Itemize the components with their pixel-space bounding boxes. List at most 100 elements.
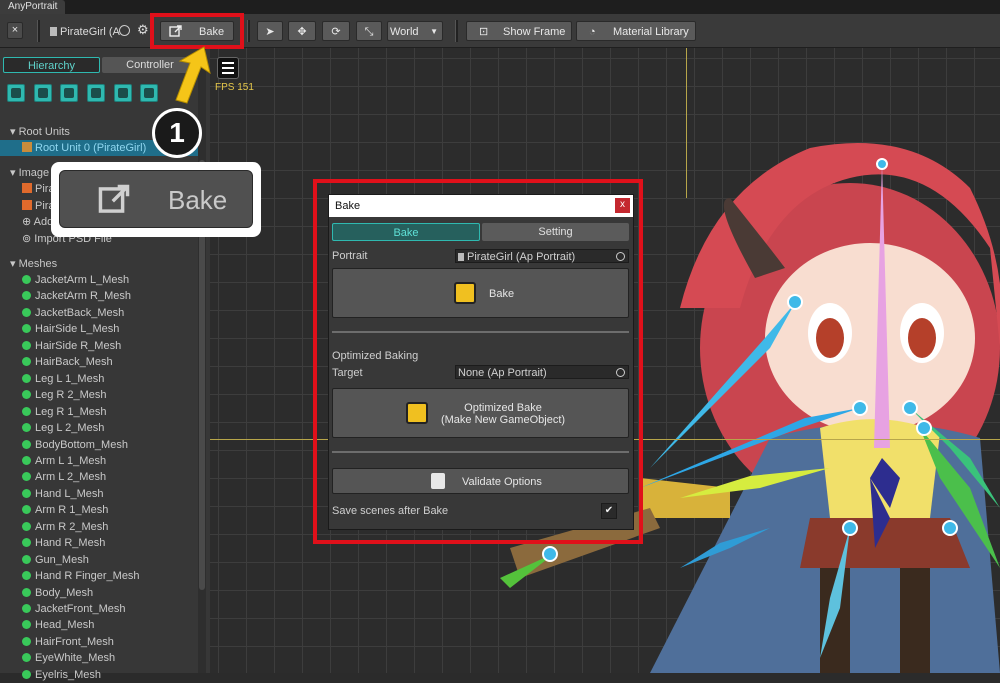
root-unit-label: Root Unit 0 (PirateGirl) xyxy=(35,142,147,154)
mesh-list-item[interactable]: Gun_Mesh xyxy=(22,552,89,568)
add-icon: ⊕ xyxy=(22,216,34,228)
mesh-list-item[interactable]: JacketBack_Mesh xyxy=(22,305,124,321)
mesh-list-item[interactable]: HairSide R_Mesh xyxy=(22,338,121,354)
app-tab[interactable]: AnyPortrait xyxy=(0,0,66,14)
bake-icon xyxy=(454,282,476,304)
tab-bake[interactable]: Bake xyxy=(332,223,480,241)
mesh-item-label: Leg R 1_Mesh xyxy=(35,405,107,418)
add-image-item[interactable]: ⊕ Add xyxy=(22,214,53,230)
scale-tool-button[interactable]: ⤡ xyxy=(356,21,382,41)
tab-hierarchy[interactable]: Hierarchy xyxy=(3,57,100,73)
mesh-icon xyxy=(22,423,31,433)
modifier-filter-button[interactable] xyxy=(87,84,105,102)
mesh-list-item[interactable]: Eyelris_Mesh xyxy=(22,667,101,683)
material-library-button[interactable]: ◔ Material Library xyxy=(576,21,696,41)
mesh-list-item[interactable]: HairFront_Mesh xyxy=(22,634,114,650)
image-filter-button[interactable] xyxy=(34,84,52,102)
root-units-header[interactable]: ▾ Root Units xyxy=(10,125,70,138)
optimized-bake-label: Optimized Bake xyxy=(464,402,542,414)
mesh-list-item[interactable]: Leg L 1_Mesh xyxy=(22,371,104,387)
dialog-close-button[interactable]: x xyxy=(615,198,630,213)
mesh-item-label: Arm L 2_Mesh xyxy=(35,471,107,484)
mesh-list-item[interactable]: Head_Mesh xyxy=(22,617,94,633)
validate-options-label: Validate Options xyxy=(462,476,542,488)
mesh-filter-button[interactable] xyxy=(7,84,25,102)
mesh-list-item[interactable]: Arm R 2_Mesh xyxy=(22,519,108,535)
mesh-group-filter-button[interactable] xyxy=(60,84,78,102)
optimized-bake-button[interactable]: Optimized Bake (Make New GameObject) xyxy=(332,388,629,438)
canvas-axis-vertical xyxy=(686,48,687,198)
mesh-icon xyxy=(22,324,31,334)
target-label: Target xyxy=(332,367,363,379)
mesh-item-label: BodyBottom_Mesh xyxy=(35,438,128,451)
mesh-list-item[interactable]: JacketFront_Mesh xyxy=(22,601,125,617)
validate-options-button[interactable]: Validate Options xyxy=(332,468,629,494)
mesh-item-label: Gun_Mesh xyxy=(35,553,89,566)
param-filter-button[interactable] xyxy=(140,84,158,102)
mesh-list-item[interactable]: JacketArm L_Mesh xyxy=(22,272,129,288)
mesh-list-item[interactable]: Leg R 1_Mesh xyxy=(22,404,107,420)
mesh-item-label: Hand L_Mesh xyxy=(35,487,104,500)
collapse-arrow-icon: ▾ xyxy=(10,126,19,138)
target-icon[interactable] xyxy=(616,252,625,261)
mesh-list-item[interactable]: Hand R_Mesh xyxy=(22,535,105,551)
mesh-list-item[interactable]: BodyBottom_Mesh xyxy=(22,437,128,453)
meshes-label: Meshes xyxy=(18,258,58,270)
image-icon xyxy=(22,183,32,193)
mesh-list-item[interactable]: Leg R 2_Mesh xyxy=(22,387,107,403)
save-scenes-checkbox[interactable]: ✔ xyxy=(601,503,617,519)
meshes-header[interactable]: ▾ Meshes xyxy=(10,257,57,270)
move-tool-button[interactable]: ✥ xyxy=(288,21,316,41)
mesh-list-item[interactable]: HairBack_Mesh xyxy=(22,354,113,370)
mesh-item-label: HairSide L_Mesh xyxy=(35,323,120,336)
mesh-icon xyxy=(22,521,31,531)
bake-dialog-label: Bake xyxy=(489,288,515,300)
target-icon[interactable] xyxy=(616,368,625,377)
image-item[interactable]: Pira xyxy=(22,198,55,214)
mesh-list-item[interactable]: HairSide L_Mesh xyxy=(22,321,119,337)
mesh-list-item[interactable]: Hand R Finger_Mesh xyxy=(22,568,140,584)
root-unit-item[interactable]: Root Unit 0 (PirateGirl) xyxy=(22,140,146,156)
close-button[interactable]: × xyxy=(7,22,23,39)
tab-setting[interactable]: Setting xyxy=(482,223,629,241)
canvas-menu-button[interactable] xyxy=(217,57,239,79)
target-value: None (Ap Portrait) xyxy=(458,367,547,379)
image-item[interactable]: Pira xyxy=(22,181,55,197)
chevron-down-icon: ▼ xyxy=(430,27,438,36)
move-icon: ✥ xyxy=(297,26,307,38)
mesh-list-item[interactable]: Arm L 1_Mesh xyxy=(22,453,106,469)
show-frame-button[interactable]: ⊡ Show Frame xyxy=(466,21,572,41)
bake-dialog-button[interactable]: Bake xyxy=(332,268,629,318)
mesh-icon xyxy=(22,538,31,548)
mesh-icon xyxy=(22,571,31,581)
mesh-list-item[interactable]: Hand L_Mesh xyxy=(22,486,104,502)
target-field[interactable]: None (Ap Portrait) xyxy=(455,365,629,379)
mesh-item-label: JacketArm L_Mesh xyxy=(35,274,130,286)
mesh-icon xyxy=(22,373,31,383)
mesh-list-item[interactable]: EyeWhite_Mesh xyxy=(22,650,115,666)
image-icon xyxy=(22,200,32,210)
mesh-list-item[interactable]: JacketArm R_Mesh xyxy=(22,288,131,304)
zoomed-bake-callout: Bake xyxy=(51,162,261,237)
zoomed-bake-button: Bake xyxy=(59,170,253,228)
mesh-list-item[interactable]: Arm R 1_Mesh xyxy=(22,502,108,518)
mesh-item-label: Hand R Finger_Mesh xyxy=(35,570,140,583)
mesh-icon xyxy=(22,307,31,317)
rotate-tool-button[interactable]: ⟳ xyxy=(322,21,350,41)
mesh-list-item[interactable]: Arm L 2_Mesh xyxy=(22,469,106,485)
collapse-arrow-icon: ▾ xyxy=(10,167,19,179)
target-icon[interactable] xyxy=(119,25,130,36)
mesh-list-item[interactable]: Leg L 2_Mesh xyxy=(22,420,104,436)
mesh-icon xyxy=(22,472,31,482)
space-select[interactable]: World ▼ xyxy=(387,21,443,41)
mesh-list-item[interactable]: Body_Mesh xyxy=(22,585,93,601)
root-unit-icon xyxy=(22,142,32,152)
mesh-item-label: Head_Mesh xyxy=(35,619,95,632)
portrait-selector[interactable]: PirateGirl (A xyxy=(50,24,130,40)
select-tool-button[interactable]: ➤ xyxy=(257,21,283,41)
animation-filter-button[interactable] xyxy=(114,84,132,102)
images-header[interactable]: ▾ Image xyxy=(10,166,49,179)
mesh-icon xyxy=(22,488,31,498)
gear-icon[interactable]: ⚙ xyxy=(137,23,149,36)
portrait-field[interactable]: PirateGirl (Ap Portrait) xyxy=(455,249,629,263)
